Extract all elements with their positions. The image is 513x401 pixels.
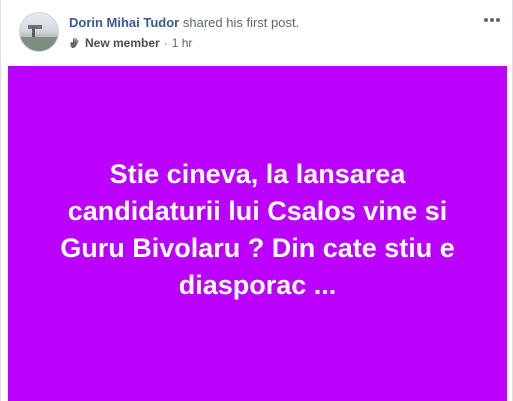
dot (496, 18, 500, 22)
author-name-link[interactable]: Dorin Mihai Tudor (69, 15, 179, 30)
post-background: Stie cineva, la lansarea candidaturii lu… (8, 66, 507, 401)
new-member-badge[interactable]: New member (85, 36, 160, 50)
author-line: Dorin Mihai Tudor shared his first post. (69, 15, 299, 30)
meta-separator: · (163, 36, 168, 50)
author-avatar[interactable] (19, 12, 59, 52)
wave-hand-icon (69, 37, 81, 49)
avatar-roof-shape (28, 25, 42, 29)
post-card: Dorin Mihai Tudor shared his first post.… (0, 0, 513, 401)
more-options-icon[interactable] (482, 10, 502, 30)
dot (484, 18, 488, 22)
avatar-ground-shape (20, 37, 58, 51)
post-timestamp[interactable]: 1 hr (172, 36, 193, 50)
post-header: Dorin Mihai Tudor shared his first post.… (1, 0, 512, 66)
post-meta: New member · 1 hr (69, 36, 192, 50)
post-action-text: shared his first post. (182, 15, 300, 30)
dot (490, 18, 494, 22)
post-body-text: Stie cineva, la lansarea candidaturii lu… (60, 158, 455, 300)
